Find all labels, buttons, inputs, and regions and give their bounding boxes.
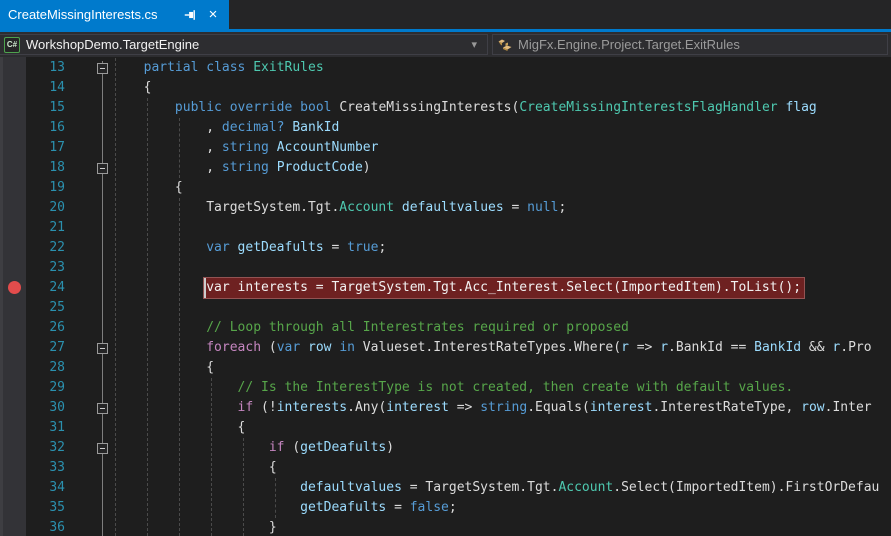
code-line-13[interactable]: 13 partial class ExitRules bbox=[0, 58, 891, 78]
fold-collapse-button[interactable] bbox=[97, 343, 108, 354]
code-text: var interests = TargetSystem.Tgt.Acc_Int… bbox=[81, 278, 805, 298]
code-text: } bbox=[268, 520, 277, 535]
line-number: 26 bbox=[49, 320, 65, 335]
project-dropdown[interactable]: C# WorkshopDemo.TargetEngine ▾ bbox=[0, 34, 488, 55]
code-line-32[interactable]: 32 if (getDeafults) bbox=[0, 438, 891, 458]
code-text: var getDeafults = true; bbox=[206, 240, 387, 255]
line-number: 13 bbox=[49, 60, 65, 75]
code-line-26[interactable]: 26 // Loop through all Interestrates req… bbox=[0, 318, 891, 338]
line-number: 34 bbox=[49, 480, 65, 495]
code-line-15[interactable]: 15 public override bool CreateMissingInt… bbox=[0, 98, 891, 118]
type-dropdown[interactable]: MigFx.Engine.Project.Target.ExitRules bbox=[492, 34, 888, 55]
fold-collapse-button[interactable] bbox=[97, 403, 108, 414]
code-text: if (!interests.Any(interest => string.Eq… bbox=[237, 400, 872, 415]
tab-bar: CreateMissingInterests.cs × bbox=[0, 0, 891, 29]
code-line-35[interactable]: 35 getDeafults = false; bbox=[0, 498, 891, 518]
line-number: 32 bbox=[49, 440, 65, 455]
line-number: 23 bbox=[49, 260, 65, 275]
code-line-23[interactable]: 23 bbox=[0, 258, 891, 278]
code-text: { bbox=[268, 460, 277, 475]
code-line-31[interactable]: 31 { bbox=[0, 418, 891, 438]
code-line-36[interactable]: 36 } bbox=[0, 518, 891, 536]
code-line-28[interactable]: 28 { bbox=[0, 358, 891, 378]
line-number: 14 bbox=[49, 80, 65, 95]
code-text: { bbox=[174, 180, 183, 195]
code-text: { bbox=[143, 80, 152, 95]
code-line-14[interactable]: 14 { bbox=[0, 78, 891, 98]
code-line-33[interactable]: 33 { bbox=[0, 458, 891, 478]
code-text: // Is the InterestType is not created, t… bbox=[237, 380, 794, 395]
code-text: defaultvalues = TargetSystem.Tgt.Account… bbox=[300, 480, 880, 495]
line-number: 15 bbox=[49, 100, 65, 115]
code-text: partial class ExitRules bbox=[143, 60, 324, 75]
code-text: public override bool CreateMissingIntere… bbox=[174, 100, 817, 115]
code-lines: 13 partial class ExitRules 14 {15 public … bbox=[0, 58, 891, 536]
code-line-22[interactable]: 22 var getDeafults = true; bbox=[0, 238, 891, 258]
class-icon bbox=[497, 37, 513, 53]
code-text: // Loop through all Interestrates requir… bbox=[206, 320, 629, 335]
code-line-20[interactable]: 20 TargetSystem.Tgt.Account defaultvalue… bbox=[0, 198, 891, 218]
code-line-17[interactable]: 17 , string AccountNumber bbox=[0, 138, 891, 158]
code-text: { bbox=[237, 420, 246, 435]
chevron-down-icon[interactable]: ▾ bbox=[471, 38, 477, 51]
line-number: 35 bbox=[49, 500, 65, 515]
code-line-30[interactable]: 30 if (!interests.Any(interest => string… bbox=[0, 398, 891, 418]
line-number: 31 bbox=[49, 420, 65, 435]
code-line-18[interactable]: 18 , string ProductCode) bbox=[0, 158, 891, 178]
code-text: getDeafults = false; bbox=[300, 500, 457, 515]
code-text: foreach (var row in Valueset.InterestRat… bbox=[206, 340, 872, 355]
line-number: 21 bbox=[49, 220, 65, 235]
csharp-project-icon: C# bbox=[4, 36, 20, 53]
close-icon[interactable]: × bbox=[205, 7, 221, 22]
vs-editor-window: CreateMissingInterests.cs × C# WorkshopD… bbox=[0, 0, 891, 536]
code-line-21[interactable]: 21 bbox=[0, 218, 891, 238]
line-number: 36 bbox=[49, 520, 65, 535]
fold-collapse-button[interactable] bbox=[97, 163, 108, 174]
breakpoint-line-highlight: var interests = TargetSystem.Tgt.Acc_Int… bbox=[204, 278, 805, 298]
line-number: 16 bbox=[49, 120, 65, 135]
code-line-19[interactable]: 19 { bbox=[0, 178, 891, 198]
line-number: 33 bbox=[49, 460, 65, 475]
breakpoint-indicator[interactable] bbox=[8, 281, 21, 294]
code-text: , decimal? BankId bbox=[206, 120, 340, 135]
tab-title: CreateMissingInterests.cs bbox=[8, 7, 158, 22]
fold-collapse-button[interactable] bbox=[97, 443, 108, 454]
navigation-bar: C# WorkshopDemo.TargetEngine ▾ MigFx.Eng… bbox=[0, 32, 891, 57]
line-number: 30 bbox=[49, 400, 65, 415]
project-dropdown-label: WorkshopDemo.TargetEngine bbox=[26, 37, 200, 52]
line-number: 17 bbox=[49, 140, 65, 155]
fold-collapse-button[interactable] bbox=[97, 63, 108, 74]
line-number: 22 bbox=[49, 240, 65, 255]
type-dropdown-label: MigFx.Engine.Project.Target.ExitRules bbox=[518, 37, 740, 52]
code-text: , string AccountNumber bbox=[206, 140, 379, 155]
code-line-16[interactable]: 16 , decimal? BankId bbox=[0, 118, 891, 138]
code-line-25[interactable]: 25 bbox=[0, 298, 891, 318]
line-number: 29 bbox=[49, 380, 65, 395]
line-number: 28 bbox=[49, 360, 65, 375]
code-editor[interactable]: 13 partial class ExitRules 14 {15 public … bbox=[0, 57, 891, 536]
line-number: 25 bbox=[49, 300, 65, 315]
line-number: 19 bbox=[49, 180, 65, 195]
code-text: , string ProductCode) bbox=[206, 160, 371, 175]
code-line-24[interactable]: 24 var interests = TargetSystem.Tgt.Acc_… bbox=[0, 278, 891, 298]
code-line-29[interactable]: 29 // Is the InterestType is not created… bbox=[0, 378, 891, 398]
code-text: { bbox=[206, 360, 215, 375]
code-text: TargetSystem.Tgt.Account defaultvalues =… bbox=[206, 200, 567, 215]
tab-createmissinginterests[interactable]: CreateMissingInterests.cs × bbox=[0, 0, 229, 29]
pin-icon[interactable] bbox=[183, 8, 197, 22]
code-line-34[interactable]: 34 defaultvalues = TargetSystem.Tgt.Acco… bbox=[0, 478, 891, 498]
code-text: if (getDeafults) bbox=[268, 440, 395, 455]
line-number: 18 bbox=[49, 160, 65, 175]
line-number: 20 bbox=[49, 200, 65, 215]
line-number: 27 bbox=[49, 340, 65, 355]
code-line-27[interactable]: 27 foreach (var row in Valueset.Interest… bbox=[0, 338, 891, 358]
